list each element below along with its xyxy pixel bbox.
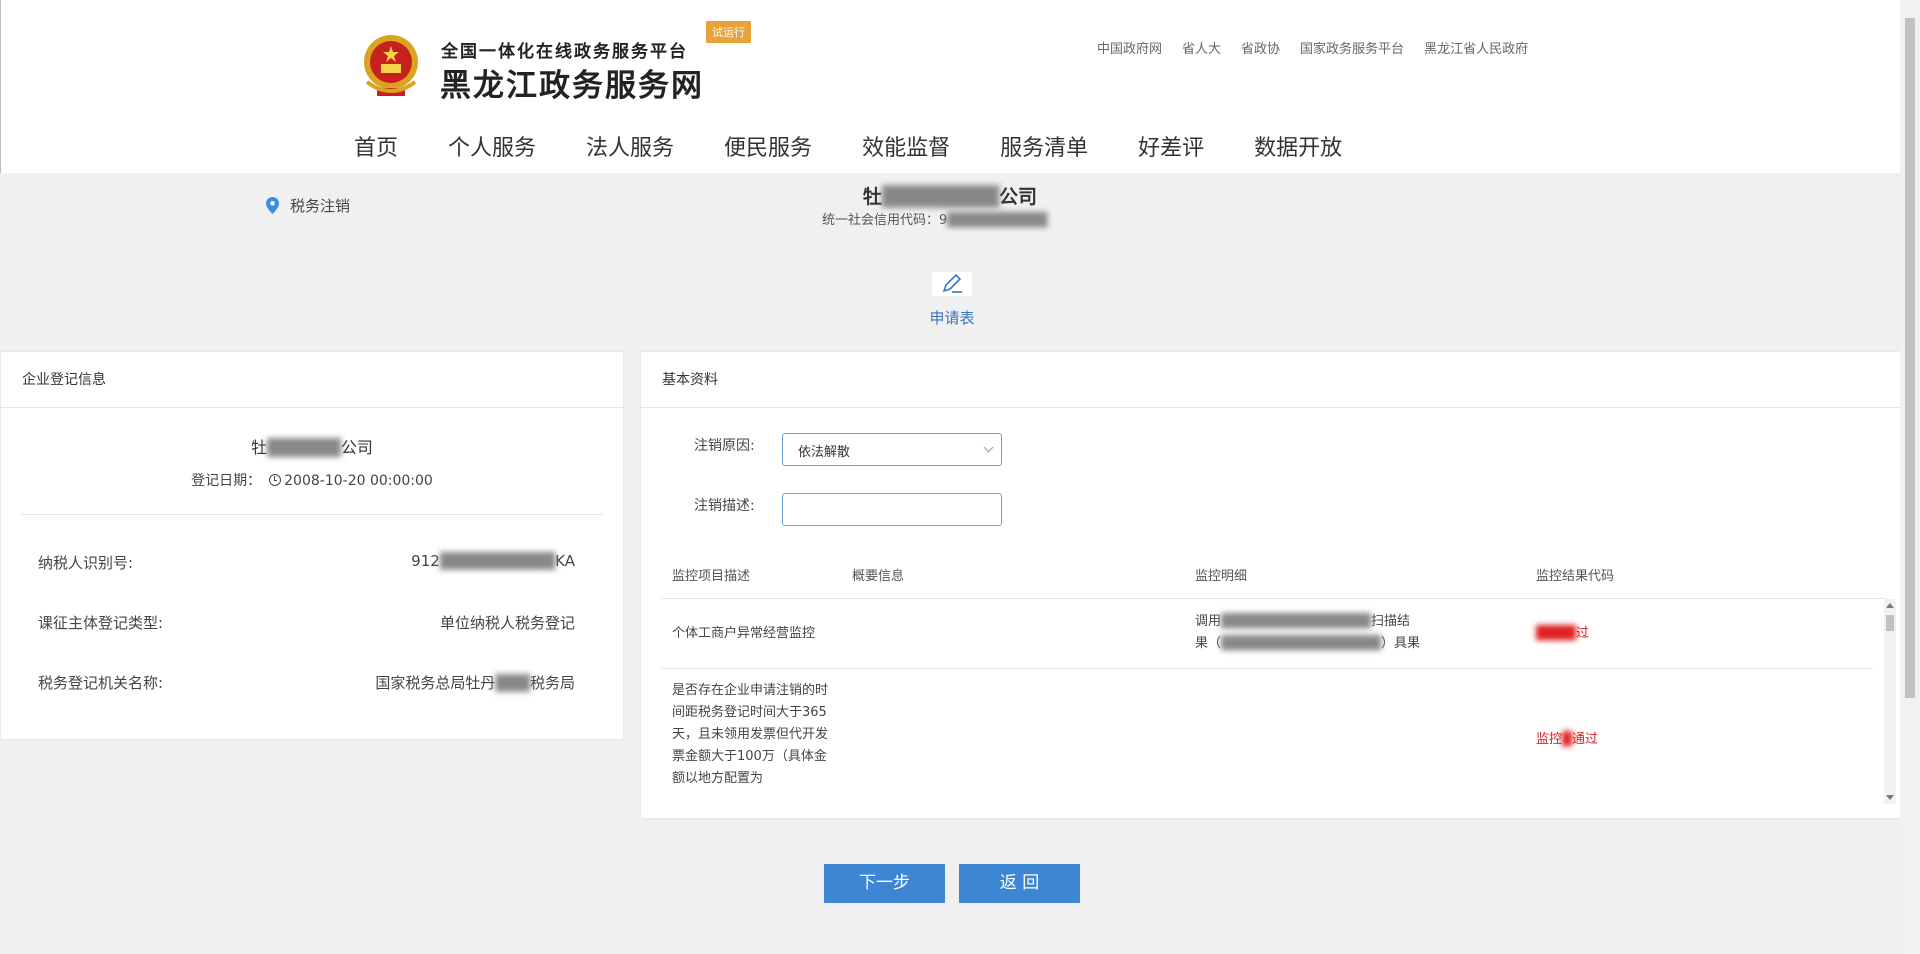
result-head: 监控 [1536,732,1563,747]
monitor-table-body: 个体工商户异常经营监控 调用███████████████扫描结 果（█████… [661,599,1886,804]
item-result: 监控█通过 [1536,729,1598,751]
edit-form-icon [932,272,972,296]
company-name-prefix: 牡 [863,186,883,208]
chevron-down-icon [983,442,994,453]
col-detail: 监控明细 [1195,569,1248,584]
monitor-table-header: 监控项目描述 概要信息 监控明细 监控结果代码 [661,563,1886,599]
redacted-text: ██████ [267,438,341,457]
enterprise-name-suffix: 公司 [340,438,373,457]
registration-type-label: 课征主体登记类型: [38,614,164,632]
redacted-text: ███ [495,674,530,692]
credit-code-label: 统一社会信用代码： [822,213,940,228]
site-title: 黑龙江政务服务网 [440,68,704,104]
main-nav: 首页 个人服务 法人服务 便民服务 效能监督 服务清单 好差评 数据开放 [354,130,1392,162]
cancel-reason-label: 注销原因: [694,438,755,454]
redacted-text: ██████████ [947,213,1048,228]
taxpayer-id-row: 纳税人识别号: 912██████████KA [38,552,575,573]
redacted-text: ████████████████ [1221,636,1381,651]
cancel-reason-select[interactable]: 依法解散 [782,433,1002,466]
tax-authority-value: 国家税务总局牡丹███税务局 [375,672,575,693]
step-application-form[interactable]: 申请表 [912,307,992,328]
value-prefix: 国家税务总局牡丹 [375,674,496,692]
redacted-text: ██████████ [439,552,556,570]
item-result: ████过 [1536,623,1589,645]
scroll-down-icon[interactable] [1886,795,1894,800]
detail-line2-tail: ）具果 [1380,636,1420,651]
tax-authority-label: 税务登记机关名称: [38,674,164,692]
detail-line1-tail: 扫描结 [1370,614,1410,629]
nav-review[interactable]: 好差评 [1138,130,1204,162]
col-item-desc: 监控项目描述 [672,569,751,584]
item-desc: 是否存在企业申请注销的时间距税务登记时间大于365天，且未领用发票但代开发票金额… [672,683,829,786]
nav-open-data[interactable]: 数据开放 [1254,130,1342,162]
nav-personal-services[interactable]: 个人服务 [448,130,536,162]
col-summary: 概要信息 [852,569,905,584]
scroll-thumb[interactable] [1886,615,1894,631]
table-scrollbar[interactable] [1884,599,1896,804]
cancel-description-label: 注销描述: [694,498,755,514]
site-header: 全国一体化在线政务服务平台 黑龙江政务服务网 试运行 中国政府网 省人大 省政协… [0,0,1900,173]
redacted-text: ███████████████ [1221,614,1371,629]
nav-corporate-services[interactable]: 法人服务 [586,130,674,162]
value-suffix: 税务局 [529,674,575,692]
next-step-button[interactable]: 下一步 [824,864,945,903]
company-name: 牡████████公司 [0,182,1900,209]
item-desc: 个体工商户异常经营监控 [672,626,816,641]
panel-title: 企业登记信息 [1,352,623,408]
cancel-reason-value: 依法解散 [798,445,851,460]
national-emblem-icon [364,35,418,96]
detail-line1: 调用 [1195,614,1222,629]
cancel-description-input[interactable] [782,493,1002,526]
reg-date-value: 2008-10-20 00:00:00 [284,473,433,489]
platform-subtitle: 全国一体化在线政务服务平台 [441,42,688,62]
taxpayer-id-value: 912██████████KA [411,552,575,573]
registration-type-value: 单位纳税人税务登记 [439,614,575,632]
nav-efficiency-supervision[interactable]: 效能监督 [862,130,950,162]
top-link-cppcc[interactable]: 省政协 [1241,38,1280,57]
table-row: 是否存在企业申请注销的时间距税务登记时间大于365天，且未领用发票但代开发票金额… [661,670,1873,804]
page-scrollbar[interactable] [1900,0,1920,954]
reg-date-label: 登记日期： [191,473,262,489]
enterprise-info-panel: 企业登记信息 牡██████公司 登记日期： 2008-10-20 00:00:0… [1,352,623,739]
item-detail: 调用███████████████扫描结 果（████████████████）… [1195,611,1515,655]
clock-icon [269,474,282,486]
back-button[interactable]: 返 回 [959,864,1080,903]
result-tail: 过 [1576,626,1590,641]
company-name-suffix: 公司 [998,186,1037,208]
nav-home[interactable]: 首页 [354,130,398,162]
detail-line2: 果（ [1195,636,1222,651]
col-result-code: 监控结果代码 [1536,569,1615,584]
nav-service-list[interactable]: 服务清单 [1000,130,1088,162]
enterprise-name: 牡██████公司 [1,434,623,458]
tax-authority-row: 税务登记机关名称: 国家税务总局牡丹███税务局 [38,672,575,693]
result-tail: 通过 [1572,732,1599,747]
scroll-up-icon[interactable] [1886,603,1894,608]
top-link-national-platform[interactable]: 国家政务服务平台 [1300,38,1404,57]
divider [21,514,603,515]
trial-badge: 试运行 [706,21,751,43]
taxpayer-id-label: 纳税人识别号: [38,554,134,572]
top-link-province-gov[interactable]: 黑龙江省人民政府 [1424,38,1528,57]
page-scroll-thumb[interactable] [1905,18,1915,698]
panel-title: 基本资料 [641,352,1904,408]
enterprise-name-prefix: 牡 [251,438,268,457]
top-link-npc[interactable]: 省人大 [1182,38,1221,57]
top-link-gov[interactable]: 中国政府网 [1097,38,1162,57]
top-links: 中国政府网 省人大 省政协 国家政务服务平台 黑龙江省人民政府 [1097,38,1528,57]
basic-info-panel: 基本资料 注销原因: 依法解散 注销描述: 监控项目描述 概要信息 监控明细 监… [641,352,1904,818]
value-prefix: 912 [411,552,440,570]
value-suffix: KA [555,552,575,570]
redacted-text: ████ [1536,626,1576,641]
credit-code: 统一社会信用代码：9██████████ [822,209,1047,228]
nav-convenience-services[interactable]: 便民服务 [724,130,812,162]
redacted-text: ████████ [882,186,999,208]
table-row: 个体工商户异常经营监控 调用███████████████扫描结 果（█████… [661,599,1873,669]
registration-date: 登记日期： 2008-10-20 00:00:00 [1,470,623,490]
registration-type-row: 课征主体登记类型: 单位纳税人税务登记 [38,612,575,633]
redacted-text: █ [1562,732,1573,747]
